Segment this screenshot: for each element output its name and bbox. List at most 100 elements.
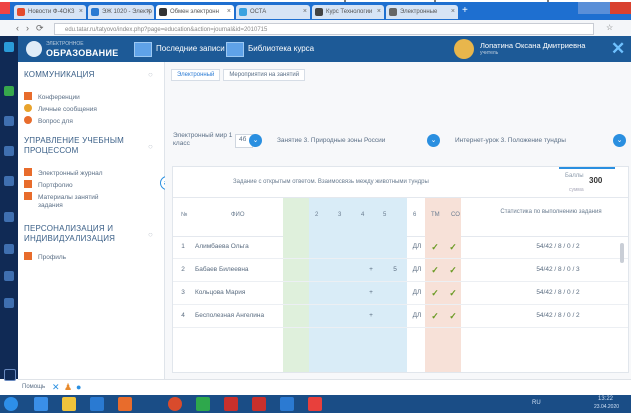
col-fio: ФИО xyxy=(231,212,245,218)
student-name[interactable]: Бабаев Билеевна xyxy=(195,259,283,281)
section-personalization[interactable]: ПЕРСОНАЛИЗАЦИЯ И ИНДИВИДУАЛИЗАЦИЯ xyxy=(24,224,146,244)
tab-3-active[interactable]: Обмен электронн × xyxy=(156,5,234,19)
sidebar-item-journal[interactable]: Электронный журнал xyxy=(24,168,103,177)
app-icon[interactable] xyxy=(4,244,14,254)
lesson-filter[interactable]: Занятие 3. Природные зоны России xyxy=(277,137,385,144)
tab-4[interactable]: ОСТА × xyxy=(236,5,310,19)
tab-5[interactable]: Курс Технологии × xyxy=(312,5,384,19)
grade-cell[interactable]: 5 xyxy=(383,259,407,281)
breadcrumb-item[interactable]: Электронный xyxy=(171,69,221,81)
back-icon[interactable]: ‹ xyxy=(16,23,19,33)
minimize-button[interactable] xyxy=(578,2,594,14)
close-icon[interactable]: × xyxy=(79,5,83,19)
chevron-icon[interactable]: ○ xyxy=(148,70,153,79)
sidebar-item-conferences[interactable]: Конференции xyxy=(24,92,80,101)
app-icon[interactable] xyxy=(4,116,14,126)
sidebar-item-questions[interactable]: Вопрос для xyxy=(24,116,73,125)
tab-label: Новости Ф-4ОКЗ xyxy=(28,9,75,15)
app-icon[interactable] xyxy=(4,86,14,96)
tray-lang[interactable]: RU xyxy=(532,400,541,406)
student-name[interactable]: Кольцова Мария xyxy=(195,282,283,304)
close-icon[interactable]: × xyxy=(377,5,381,19)
taskbar-app-icon[interactable] xyxy=(62,397,76,411)
new-tab-button[interactable]: + xyxy=(462,5,474,17)
url-field[interactable]: edu.tatar.ru/tatyovo/index.php?page=educ… xyxy=(54,23,594,35)
table-row[interactable]: 3 Кольцова Мария + ДЛ ✓ ✓ 54/42 / 8 / 0 … xyxy=(173,282,628,305)
taskbar-app-icon[interactable] xyxy=(252,397,266,411)
chevron-down-icon[interactable]: ⌄ xyxy=(427,134,440,147)
window-close-button[interactable] xyxy=(610,2,631,14)
close-icon[interactable]: × xyxy=(303,5,307,19)
social-icon[interactable]: ♟ xyxy=(64,382,72,393)
chevron-icon[interactable]: ○ xyxy=(148,142,153,151)
chevron-down-icon[interactable]: ⌄ xyxy=(613,134,626,147)
tab-2[interactable]: ЭЖ 1020 - Электр × xyxy=(88,5,154,19)
grade-cell[interactable] xyxy=(383,236,407,258)
avatar[interactable] xyxy=(454,39,474,59)
taskbar-app-icon[interactable] xyxy=(118,397,132,411)
left-app-rail xyxy=(0,36,18,381)
tab-6[interactable]: Электронные × xyxy=(386,5,458,19)
brand-big: ОБРАЗОВАНИЕ xyxy=(46,48,119,58)
grade-cell[interactable] xyxy=(383,282,407,304)
table-row[interactable]: 2 Бабаев Билеевна + 5 ДЛ ✓ ✓ 54/42 / 8 /… xyxy=(173,259,628,282)
app-icon[interactable] xyxy=(4,298,14,308)
col-3: 3 xyxy=(338,212,342,218)
nav-recent-records[interactable]: Последние записи xyxy=(156,44,225,53)
app-icon[interactable] xyxy=(4,212,14,222)
taskbar-app-icon[interactable] xyxy=(224,397,238,411)
reload-icon[interactable]: ⟳ xyxy=(36,23,44,34)
grade-cell[interactable]: + xyxy=(359,259,383,281)
section-communication[interactable]: КОММУНИКАЦИЯ xyxy=(24,70,95,79)
close-icon[interactable]: × xyxy=(227,5,231,19)
table-row[interactable]: 4 Бесполезная Ангелина + ДЛ ✓ ✓ 54/42 / … xyxy=(173,305,628,328)
chevron-down-icon[interactable]: ⌄ xyxy=(249,134,262,147)
app-icon[interactable] xyxy=(4,369,16,381)
sidebar-item-materials[interactable]: Материалы занятий xyxy=(24,192,99,201)
nav-library[interactable]: Библиотека курса xyxy=(248,44,314,53)
favicon-icon xyxy=(315,8,323,16)
grade-cell[interactable]: + xyxy=(359,305,383,327)
taskbar-app-icon[interactable] xyxy=(308,397,322,411)
table-row[interactable]: 1 Алимбаева Ольга ДЛ ✓ ✓ 54/42 / 8 / 0 /… xyxy=(173,236,628,259)
app-icon[interactable] xyxy=(4,42,14,52)
start-icon[interactable] xyxy=(4,397,18,411)
bookmark-icon[interactable]: ☆ xyxy=(606,23,613,32)
taskbar-app-icon[interactable] xyxy=(34,397,48,411)
app-icon[interactable] xyxy=(4,271,14,281)
tab-bar: Новости Ф-4ОКЗ × ЭЖ 1020 - Электр × Обмен … xyxy=(0,2,631,20)
close-icon[interactable]: ✕ xyxy=(611,39,625,59)
close-icon[interactable]: × xyxy=(451,5,455,19)
footer-help[interactable]: Помощь xyxy=(22,384,45,390)
taskbar-app-icon[interactable] xyxy=(196,397,210,411)
social-icon[interactable]: ● xyxy=(76,382,81,392)
close-icon[interactable]: × xyxy=(147,5,151,19)
student-name[interactable]: Алимбаева Ольга xyxy=(195,236,283,258)
grade-cell[interactable] xyxy=(383,305,407,327)
tray-time[interactable]: 13:22 xyxy=(598,396,613,402)
grade-cell[interactable]: + xyxy=(359,282,383,304)
scrollbar[interactable] xyxy=(620,243,624,263)
tab-1[interactable]: Новости Ф-4ОКЗ × xyxy=(14,5,86,19)
user-name[interactable]: Лопатина Оксана Дмитриевна xyxy=(480,41,585,50)
sidebar-item-profile[interactable]: Профиль xyxy=(24,252,66,261)
maximize-button[interactable] xyxy=(594,2,610,14)
sidebar-item-portfolio[interactable]: Портфолио xyxy=(24,180,73,189)
forward-icon[interactable]: › xyxy=(26,23,29,33)
sidebar-item-assignments[interactable]: задания xyxy=(38,202,63,209)
social-icon[interactable]: ✕ xyxy=(52,382,60,393)
task-filter[interactable]: Интернет-урок 3. Положение тундры xyxy=(455,137,566,144)
student-name[interactable]: Бесполезная Ангелина xyxy=(195,305,283,327)
taskbar-app-icon[interactable] xyxy=(90,397,104,411)
app-icon[interactable] xyxy=(4,176,14,186)
app-icon[interactable] xyxy=(4,146,14,156)
sidebar-item-messages[interactable]: Личные сообщения xyxy=(24,104,97,113)
breadcrumb-item[interactable]: Мероприятия на занятий xyxy=(223,69,306,81)
chevron-icon[interactable]: ○ xyxy=(148,230,153,239)
taskbar-app-icon[interactable] xyxy=(168,397,182,411)
brand-small: ЭЛЕКТРОННОЕ xyxy=(46,41,84,47)
taskbar-app-icon[interactable] xyxy=(280,397,294,411)
section-learning-management[interactable]: УПРАВЛЕНИЕ УЧЕБНЫМ ПРОЦЕССОМ xyxy=(24,136,144,156)
favicon-icon xyxy=(239,8,247,16)
grade-cell[interactable] xyxy=(359,236,383,258)
